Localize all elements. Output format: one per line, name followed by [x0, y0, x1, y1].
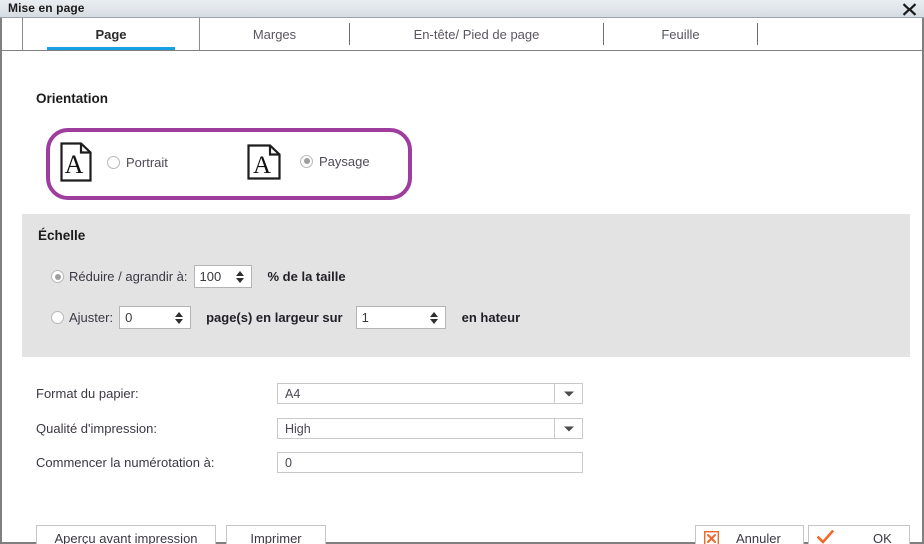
- scale-percent-suffix: % de la taille: [267, 269, 346, 284]
- ok-button[interactable]: OK: [808, 525, 910, 544]
- paper-format-row: Format du papier: A4: [36, 383, 583, 404]
- tab-header-footer[interactable]: En-tête/ Pied de page: [350, 18, 603, 50]
- chevron-down-icon[interactable]: [564, 426, 574, 431]
- print-quality-select[interactable]: High: [277, 418, 583, 439]
- stepper-down-icon[interactable]: [429, 318, 438, 324]
- radio-paysage[interactable]: [300, 154, 313, 168]
- stepper-arrows[interactable]: [232, 266, 251, 287]
- stepper-up-icon[interactable]: [175, 311, 184, 317]
- orientation-paysage-label: Paysage: [319, 153, 370, 169]
- stepper-up-icon[interactable]: [429, 311, 438, 317]
- radio-portrait[interactable]: [107, 155, 120, 169]
- cancel-x-box-icon: [704, 530, 719, 544]
- tab-marges-label: Marges: [252, 26, 297, 42]
- scale-fit-row: Ajuster: 0 page(s) en largeur sur 1 en h…: [51, 306, 520, 329]
- scale-percent-stepper[interactable]: 100: [193, 265, 252, 288]
- page-landscape-icon: A: [247, 142, 281, 180]
- scale-fit-middle-text: page(s) en largeur sur: [206, 310, 343, 325]
- tab-strip: Page Marges En-tête/ Pied de page Feuill…: [2, 18, 922, 51]
- scale-reduce-row: Réduire / agrandir à: 100 % de la taille: [51, 265, 346, 288]
- orientation-option-portrait[interactable]: A Portrait: [60, 142, 168, 182]
- chevron-down-icon[interactable]: [564, 391, 574, 396]
- fit-height-stepper[interactable]: 1: [355, 306, 446, 329]
- title-bar: Mise en page: [0, 0, 924, 18]
- orientation-option-paysage[interactable]: A Paysage: [247, 142, 370, 180]
- radio-fit[interactable]: [51, 311, 64, 324]
- ok-label: OK: [873, 530, 892, 544]
- close-icon[interactable]: [897, 0, 921, 20]
- stepper-arrows[interactable]: [426, 307, 445, 328]
- paper-format-select[interactable]: A4: [277, 383, 583, 404]
- start-numbering-label: Commencer la numérotation à:: [36, 455, 215, 470]
- print-quality-value: High: [285, 421, 311, 436]
- tab-feuille-label: Feuille: [661, 26, 700, 42]
- cancel-label: Annuler: [736, 530, 781, 544]
- start-numbering-value: 0: [285, 455, 292, 470]
- print-preview-label: Aperçu avant impression: [54, 530, 198, 544]
- paper-format-value: A4: [285, 386, 301, 401]
- scale-percent-value: 100: [199, 269, 222, 284]
- svg-text:A: A: [65, 150, 84, 179]
- orientation-portrait-label: Portrait: [126, 154, 168, 170]
- print-label: Imprimer: [250, 530, 302, 544]
- scale-fit-label: Ajuster:: [69, 310, 114, 325]
- window-title: Mise en page: [8, 1, 85, 15]
- print-quality-row: Qualité d'impression: High: [36, 418, 583, 439]
- fit-width-stepper[interactable]: 0: [119, 306, 192, 329]
- page-portrait-icon: A: [60, 142, 92, 182]
- page-setup-dialog: Mise en page Page Marges En-tête/ Pied d…: [0, 0, 924, 544]
- tab-feuille[interactable]: Feuille: [604, 18, 757, 50]
- orientation-section-label: Orientation: [36, 91, 109, 106]
- combo-divider: [554, 419, 555, 438]
- stepper-down-icon[interactable]: [175, 318, 184, 324]
- tab-separator: [757, 23, 758, 45]
- combo-divider: [554, 384, 555, 403]
- scale-section: Échelle Réduire / agrandir à: 100 % de l…: [22, 214, 910, 357]
- stepper-up-icon[interactable]: [235, 270, 244, 276]
- tab-header-footer-label: En-tête/ Pied de page: [413, 26, 540, 42]
- scale-reduce-label: Réduire / agrandir à:: [69, 269, 188, 284]
- svg-text:A: A: [253, 152, 271, 179]
- scale-section-label: Échelle: [38, 228, 86, 243]
- fit-width-value: 0: [125, 310, 133, 325]
- tab-page[interactable]: Page: [22, 18, 200, 50]
- paper-format-label: Format du papier:: [36, 386, 139, 401]
- scale-fit-suffix: en hateur: [461, 310, 521, 325]
- radio-reduce-enlarge[interactable]: [51, 270, 64, 283]
- start-numbering-input[interactable]: 0: [277, 452, 583, 473]
- print-preview-button[interactable]: Aperçu avant impression: [36, 525, 216, 544]
- tab-marges[interactable]: Marges: [201, 18, 348, 50]
- dialog-client-area: Page Marges En-tête/ Pied de page Feuill…: [0, 18, 924, 544]
- start-numbering-row: Commencer la numérotation à: 0: [36, 452, 583, 473]
- tab-active-underline: [47, 47, 175, 50]
- print-quality-label: Qualité d'impression:: [36, 421, 157, 436]
- print-button[interactable]: Imprimer: [226, 525, 326, 544]
- checkmark-icon: [817, 530, 834, 544]
- cancel-button[interactable]: Annuler: [695, 525, 804, 544]
- fit-height-value: 1: [361, 310, 369, 325]
- tab-page-label: Page: [95, 26, 127, 42]
- stepper-arrows[interactable]: [171, 307, 190, 328]
- stepper-down-icon[interactable]: [235, 277, 244, 283]
